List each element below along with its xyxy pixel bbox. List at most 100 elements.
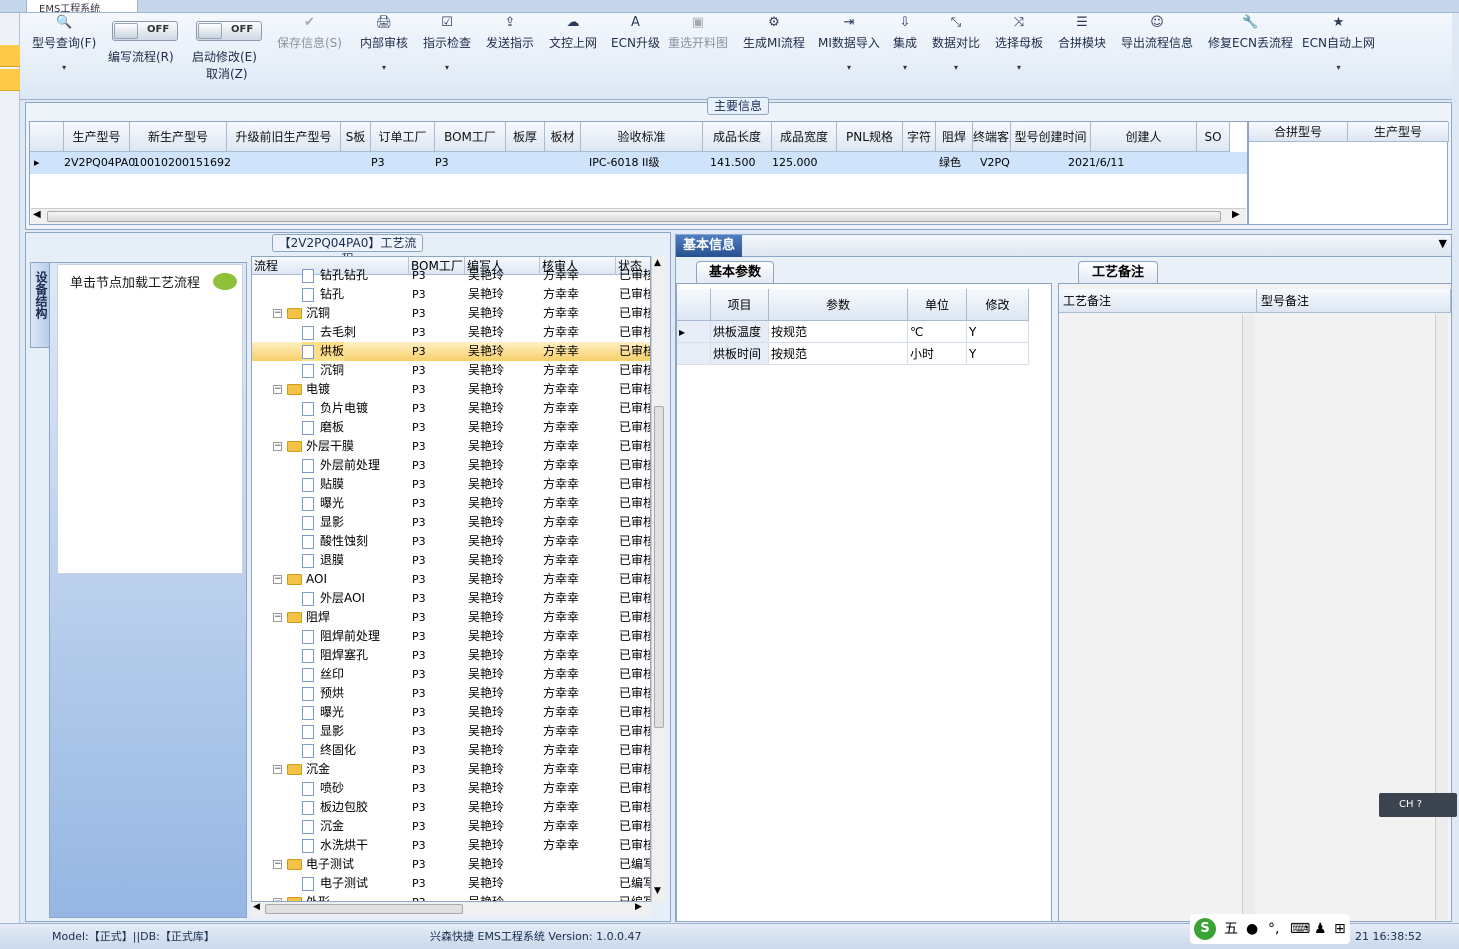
toolbar-button[interactable]: ⇥ MI数据导入 ▾ bbox=[818, 15, 880, 95]
tree-node[interactable]: 电子测试 bbox=[302, 874, 368, 893]
toolbar-button[interactable]: ☺ 导出流程信息 bbox=[1121, 15, 1193, 95]
tree-node[interactable]: 贴膜 bbox=[302, 475, 344, 494]
tree-row[interactable]: 沉金 − P3 吴艳玲 方幸幸 已审核 bbox=[252, 760, 650, 779]
toggle-switch[interactable]: OFF bbox=[196, 21, 262, 41]
user-icon[interactable]: ♟ bbox=[1314, 914, 1327, 944]
tree-row[interactable]: 负片电镀 P3 吴艳玲 方幸幸 已审核 bbox=[252, 399, 650, 418]
toolbar-button[interactable]: 🔍 型号查询(F) ▾ bbox=[32, 15, 96, 95]
column-header[interactable]: 生产型号 bbox=[1348, 122, 1449, 142]
collapse-icon[interactable]: − bbox=[273, 385, 282, 394]
tree-node[interactable]: AOI bbox=[287, 570, 327, 589]
toggle-switch[interactable]: OFF bbox=[112, 21, 178, 41]
dropdown-arrow-icon[interactable]: ▾ bbox=[893, 63, 917, 73]
scroll-left-arrow-icon[interactable]: ◀ bbox=[253, 902, 260, 912]
ime-punct-icon[interactable]: °, bbox=[1268, 914, 1279, 944]
toolbar-button[interactable]: 🔧 修复ECN丢流程 bbox=[1208, 15, 1293, 95]
scroll-thumb[interactable] bbox=[265, 904, 463, 914]
tree-node[interactable]: 沉铜 bbox=[302, 361, 344, 380]
tree-node[interactable]: 丝印 bbox=[302, 665, 344, 684]
flow-tree[interactable]: 流程BOM工厂编写人核审人状态 钻孔钻孔P3吴艳玲方幸幸已审核钻孔P3吴艳玲方幸… bbox=[251, 256, 651, 902]
column-header[interactable]: 型号创建时间 bbox=[1011, 122, 1091, 152]
column-header[interactable]: 生产型号 bbox=[64, 122, 130, 152]
tree-node[interactable]: 电子测试 bbox=[287, 855, 354, 874]
grid-icon[interactable]: ⊞ bbox=[1334, 914, 1346, 944]
tree-node[interactable]: 钻孔 bbox=[302, 285, 344, 304]
ime-tray[interactable]: S 五 ● °, ⌨ ♟ ⊞ bbox=[1190, 914, 1350, 944]
tree-row[interactable]: 外层干膜 − P3 吴艳玲 方幸幸 已审核 bbox=[252, 437, 650, 456]
collapse-icon[interactable]: − bbox=[273, 613, 282, 622]
param-row[interactable]: ▸ 烘板温度 按规范 ℃ Y bbox=[677, 321, 1051, 343]
collapse-icon[interactable]: − bbox=[273, 575, 282, 584]
tree-row[interactable]: 贴膜 P3 吴艳玲 方幸幸 已审核 bbox=[252, 475, 650, 494]
notes-column-header[interactable]: 工艺备注 bbox=[1059, 289, 1257, 313]
column-header[interactable]: 验收标准 bbox=[581, 122, 703, 152]
collapse-icon[interactable]: − bbox=[273, 309, 282, 318]
toolbar-button[interactable]: A ECN升级 bbox=[611, 15, 660, 95]
tree-row[interactable]: 预烘 P3 吴艳玲 方幸幸 已审核 bbox=[252, 684, 650, 703]
chevron-down-icon[interactable]: ▼ bbox=[1439, 237, 1447, 250]
tree-row[interactable]: 阻焊前处理 P3 吴艳玲 方幸幸 已审核 bbox=[252, 627, 650, 646]
column-header[interactable]: 合拼型号 bbox=[1249, 122, 1348, 142]
toolbar-label[interactable]: 编写流程(R) bbox=[108, 48, 174, 64]
tree-row[interactable]: 电子测试 P3 吴艳玲 已编写 bbox=[252, 874, 650, 893]
tree-node[interactable]: 阻焊前处理 bbox=[302, 627, 380, 646]
toolbar-button[interactable]: 🖨 内部审核 ▾ bbox=[360, 15, 408, 95]
scroll-right-arrow-icon[interactable]: ▶ bbox=[1232, 209, 1240, 220]
tree-node[interactable]: 退膜 bbox=[302, 551, 344, 570]
tree-row[interactable]: 板边包胶 P3 吴艳玲 方幸幸 已审核 bbox=[252, 798, 650, 817]
dropdown-arrow-icon[interactable]: ▾ bbox=[1302, 63, 1375, 73]
toolbar-button[interactable]: ⇪ 发送指示 bbox=[486, 15, 534, 95]
tree-row[interactable]: 沉铜 − P3 吴艳玲 方幸幸 已审核 bbox=[252, 304, 650, 323]
app-tab[interactable]: EMS工程系统 bbox=[26, 0, 138, 13]
tree-node[interactable]: 显影 bbox=[302, 513, 344, 532]
tree-row[interactable]: 水洗烘干 P3 吴艳玲 方幸幸 已审核 bbox=[252, 836, 650, 855]
tree-row[interactable]: 曝光 P3 吴艳玲 方幸幸 已审核 bbox=[252, 494, 650, 513]
column-header[interactable]: 阻焊 bbox=[936, 122, 973, 152]
tree-node[interactable]: 预烘 bbox=[302, 684, 344, 703]
model-notes-vscroll[interactable] bbox=[1435, 314, 1448, 920]
tree-row[interactable]: 酸性蚀刻 P3 吴艳玲 方幸幸 已审核 bbox=[252, 532, 650, 551]
tree-node[interactable]: 外形 bbox=[287, 893, 330, 901]
flow-tree-hscroll[interactable]: ◀ ▶ bbox=[251, 902, 651, 916]
dropdown-arrow-icon[interactable]: ▾ bbox=[423, 63, 471, 73]
tree-row[interactable]: 电子测试 − P3 吴艳玲 已编写 bbox=[252, 855, 650, 874]
column-header[interactable]: 成品宽度 bbox=[772, 122, 837, 152]
tree-node[interactable]: 沉铜 bbox=[287, 304, 330, 323]
keyboard-icon[interactable]: ⌨ bbox=[1290, 914, 1310, 944]
column-header[interactable]: PNL规格 bbox=[837, 122, 903, 152]
tree-node[interactable]: 曝光 bbox=[302, 703, 344, 722]
tree-row[interactable]: 电镀 − P3 吴艳玲 方幸幸 已审核 bbox=[252, 380, 650, 399]
tree-node[interactable]: 喷砂 bbox=[302, 779, 344, 798]
tree-row[interactable]: 钻孔钻孔 P3 吴艳玲 方幸幸 已审核 bbox=[252, 266, 650, 285]
cancel-label[interactable]: 取消(Z) bbox=[206, 65, 248, 81]
dock-tab[interactable] bbox=[0, 45, 20, 67]
tree-row[interactable]: 外形−P3吴艳玲已编写 bbox=[252, 893, 650, 901]
toolbar-button[interactable]: ⇩ 集成 ▾ bbox=[893, 15, 917, 95]
tree-node[interactable]: 外层前处理 bbox=[302, 456, 380, 475]
scroll-thumb[interactable] bbox=[654, 406, 664, 728]
tree-node[interactable]: 阻焊塞孔 bbox=[302, 646, 368, 665]
collapse-icon[interactable]: − bbox=[273, 860, 282, 869]
column-header[interactable]: 新生产型号 bbox=[130, 122, 227, 152]
dropdown-arrow-icon[interactable]: ▾ bbox=[818, 63, 880, 73]
tab-process-notes[interactable]: 工艺备注 bbox=[1078, 261, 1158, 283]
vertical-tab-equipment[interactable]: 设备结构 bbox=[30, 262, 49, 348]
dropdown-arrow-icon[interactable]: ▾ bbox=[32, 63, 96, 73]
tree-node[interactable]: 钻孔钻孔 bbox=[302, 266, 368, 285]
tree-node[interactable]: 终固化 bbox=[302, 741, 356, 760]
column-header[interactable]: 成品长度 bbox=[703, 122, 772, 152]
main-grid-hscroll[interactable]: ◀ ▶ bbox=[31, 208, 1246, 224]
tree-row[interactable]: 外层AOI P3 吴艳玲 方幸幸 已审核 bbox=[252, 589, 650, 608]
tree-row[interactable]: 沉金 P3 吴艳玲 方幸幸 已审核 bbox=[252, 817, 650, 836]
column-header[interactable]: 订单工厂 bbox=[371, 122, 435, 152]
dropdown-arrow-icon[interactable]: ▾ bbox=[932, 63, 980, 73]
tree-node[interactable]: 板边包胶 bbox=[302, 798, 368, 817]
tab-basic-info[interactable]: 基本信息 bbox=[676, 235, 742, 257]
param-column-header[interactable]: 参数 bbox=[769, 289, 908, 321]
column-header[interactable]: SO bbox=[1197, 122, 1230, 152]
tree-row[interactable]: 钻孔 P3 吴艳玲 方幸幸 已审核 bbox=[252, 285, 650, 304]
tree-row[interactable]: 终固化 P3 吴艳玲 方幸幸 已审核 bbox=[252, 741, 650, 760]
tree-node[interactable]: 外层干膜 bbox=[287, 437, 354, 456]
help-icon[interactable]: ? bbox=[1417, 799, 1422, 810]
tree-node[interactable]: 曝光 bbox=[302, 494, 344, 513]
